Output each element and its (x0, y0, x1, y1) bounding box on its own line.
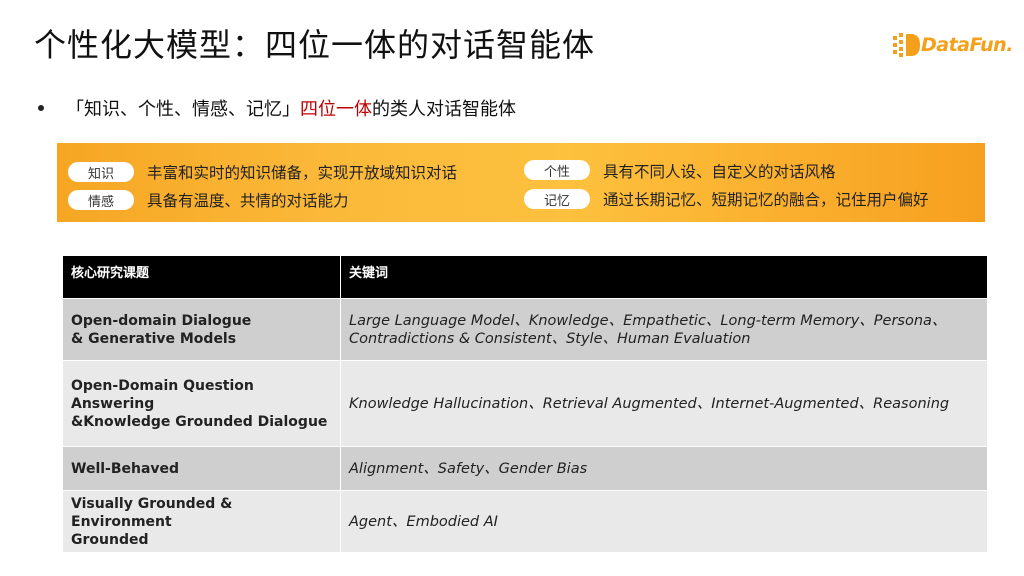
table-row: Well-Behaved Alignment、Safety、Gender Bia… (62, 446, 988, 491)
text-personality: 具有不同人设、自定义的对话风格 (603, 163, 836, 181)
bullet-dot-icon (38, 105, 44, 111)
bullet-text-part2: 的类人对话智能体 (372, 99, 516, 120)
topic-line: Answering (71, 395, 155, 412)
bullet-highlight: 四位一体 (300, 99, 372, 120)
bullet-text-part1: 「知识、个性、情感、记忆」 (66, 99, 300, 120)
topic-cell: Well-Behaved (62, 446, 341, 491)
table-header-row: 核心研究课题 关键词 (62, 255, 988, 299)
keywords-cell: Knowledge Hallucination、Retrieval Augmen… (340, 360, 988, 447)
topic-line: &Knowledge Grounded Dialogue (71, 413, 328, 430)
table-row: Visually Grounded & Environment Grounded… (62, 490, 988, 553)
tag-memory: 记忆 (524, 189, 590, 209)
keywords-line: Agent、Embodied AI (349, 513, 498, 530)
table-row: Open-domain Dialogue & Generative Models… (62, 298, 988, 361)
topic-line: Open-domain Dialogue (71, 312, 252, 329)
topic-cell: Visually Grounded & Environment Grounded (62, 490, 341, 553)
keywords-cell: Large Language Model、Knowledge、Empatheti… (340, 298, 988, 361)
feature-banner: 知识 丰富和实时的知识储备，实现开放域知识对话 情感 具备有温度、共情的对话能力… (57, 143, 985, 222)
keywords-line: Large Language Model、Knowledge、Empatheti… (349, 312, 947, 329)
topic-line: Visually Grounded & Environment (71, 495, 233, 530)
table-row: Open-Domain Question Answering &Knowledg… (62, 360, 988, 447)
keywords-cell: Agent、Embodied AI (340, 490, 988, 553)
topic-line: & Generative Models (71, 330, 237, 347)
keywords-line: Alignment、Safety、Gender Bias (349, 460, 588, 477)
bullet-point: 「知识、个性、情感、记忆」 四位一体 的类人对话智能体 (38, 95, 516, 121)
text-knowledge: 丰富和实时的知识储备，实现开放域知识对话 (147, 164, 458, 182)
topic-line: Grounded (71, 531, 149, 548)
topic-line: Open-Domain Question (71, 377, 254, 394)
topic-line: Well-Behaved (71, 460, 180, 477)
keywords-line: Knowledge Hallucination、Retrieval Augmen… (349, 395, 950, 412)
topic-cell: Open-domain Dialogue & Generative Models (62, 298, 341, 361)
logo-text: DataFun. (921, 34, 1013, 56)
text-emotion: 具备有温度、共情的对话能力 (147, 192, 349, 210)
tag-emotion: 情感 (68, 190, 134, 210)
slide-title: 个性化大模型：四位一体的对话智能体 (34, 26, 596, 64)
datafun-logo-icon (893, 33, 920, 57)
header-topic: 核心研究课题 (62, 255, 341, 299)
topic-cell: Open-Domain Question Answering &Knowledg… (62, 360, 341, 447)
header-keywords: 关键词 (340, 255, 988, 299)
datafun-logo: DataFun. (893, 30, 1013, 60)
tag-knowledge: 知识 (68, 162, 134, 182)
keywords-cell: Alignment、Safety、Gender Bias (340, 446, 988, 491)
text-memory: 通过长期记忆、短期记忆的融合，记住用户偏好 (603, 191, 929, 209)
research-topics-table: 核心研究课题 关键词 Open-domain Dialogue & Genera… (62, 255, 988, 553)
tag-personality: 个性 (524, 160, 590, 180)
keywords-line: Contradictions & Consistent、Style、Human … (349, 330, 751, 347)
